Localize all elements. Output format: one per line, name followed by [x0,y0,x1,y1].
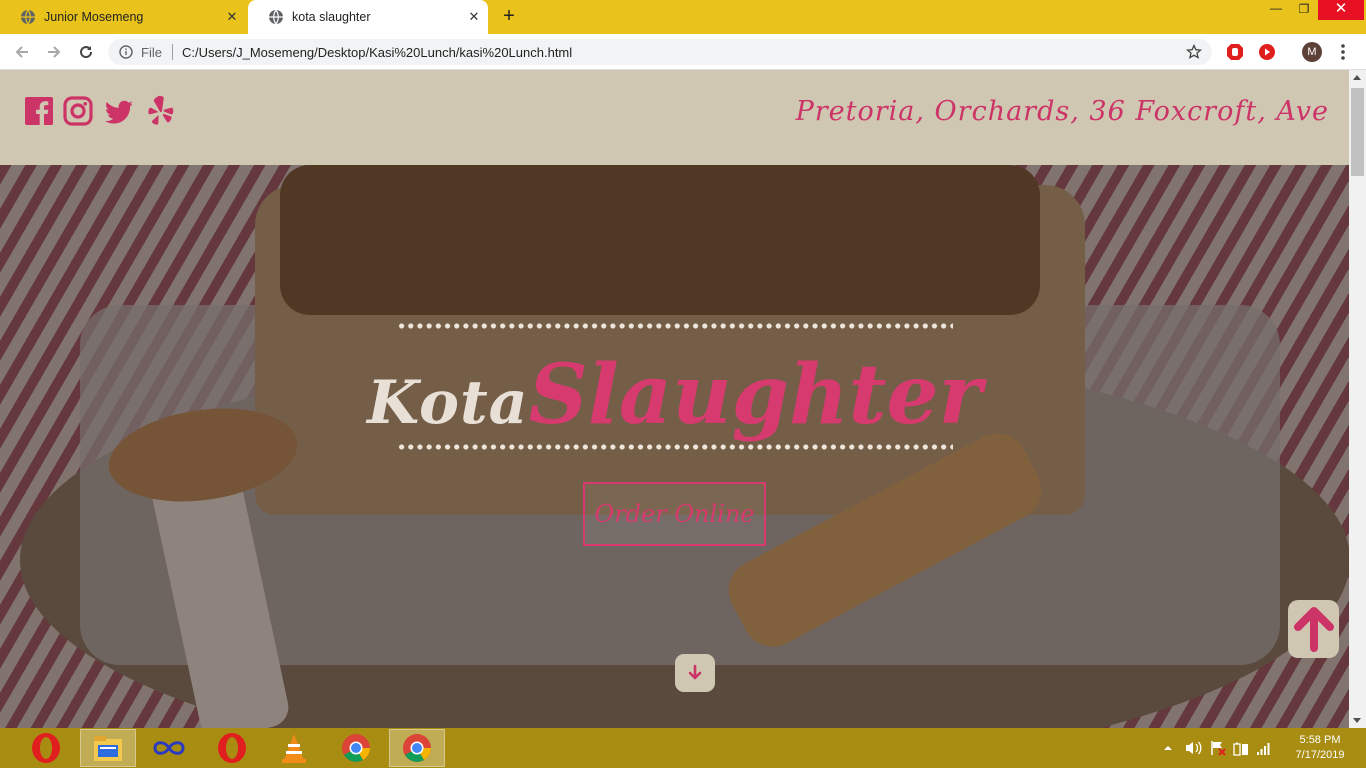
windows-taskbar: 5:58 PM 7/17/2019 [0,728,1366,768]
action-center-flag-icon[interactable] [1209,740,1227,756]
clock-time: 5:58 PM [1299,734,1341,746]
new-tab-button[interactable]: + [496,5,522,29]
close-window-button[interactable]: ✕ [1318,0,1364,20]
tab-close-icon[interactable]: ✕ [218,9,246,25]
scroll-up-arrow-icon[interactable] [1353,75,1361,80]
taskbar-chrome[interactable] [328,729,384,767]
order-online-button[interactable]: Order Online [583,482,766,546]
system-clock[interactable]: 5:58 PM 7/17/2019 [1280,733,1360,763]
restaurant-address: Pretoria, Orchards, 36 Foxcroft, Ave [795,96,1329,127]
signal-icon[interactable] [1256,740,1272,756]
taskbar-infinity-app[interactable] [141,729,197,767]
maximize-button[interactable]: ❐ [1290,2,1318,22]
hero-title-word-1: Kota [367,368,529,438]
scrollbar-thumb[interactable] [1351,88,1364,176]
taskbar-opera[interactable] [18,729,74,767]
tab-strip: Junior Mosemeng ✕ kota slaughter ✕ + — ❐… [0,0,1366,34]
tab-title: kota slaughter [292,10,371,24]
arrow-left-icon [15,46,28,58]
show-hidden-icons-icon[interactable] [1163,740,1173,756]
minimize-button[interactable]: — [1262,1,1290,21]
file-explorer-icon [94,736,122,761]
arrow-down-icon [688,664,702,680]
profile-avatar[interactable]: M [1302,42,1322,62]
address-bar[interactable]: File C:/Users/J_Mosemeng/Desktop/Kasi%20… [108,39,1212,65]
browser-toolbar: File C:/Users/J_Mosemeng/Desktop/Kasi%20… [0,34,1366,70]
vlc-icon [282,734,306,763]
chrome-icon [403,734,431,762]
site-header: Pretoria, Orchards, 36 Foxcroft, Ave [0,70,1349,165]
taskbar-vlc[interactable] [266,729,322,767]
scroll-down-button[interactable] [675,654,715,692]
back-button[interactable] [10,40,34,64]
back-to-top-button[interactable] [1288,600,1339,658]
hero-title: KotaSlaughter [0,347,1349,443]
facebook-icon[interactable] [24,95,54,127]
globe-icon [269,9,283,25]
battery-icon[interactable] [1233,740,1249,756]
youtube-extension-icon[interactable] [1258,43,1276,61]
chrome-icon [342,734,370,762]
twitter-icon[interactable] [104,95,134,127]
dotted-divider-top [397,323,953,329]
clock-date: 7/17/2019 [1295,749,1345,761]
hero-banner: KotaSlaughter Order Online [0,165,1349,728]
opera-icon [218,733,246,763]
scroll-down-arrow-icon[interactable] [1353,718,1361,723]
taskbar-file-explorer[interactable] [80,729,136,767]
dotted-divider-bottom [397,444,953,450]
url-text[interactable]: C:/Users/J_Mosemeng/Desktop/Kasi%20Lunch… [182,45,1186,60]
tab-kota-slaughter[interactable]: kota slaughter ✕ [248,0,488,34]
arrow-up-icon [1293,607,1334,652]
adblock-extension-icon[interactable] [1226,43,1244,61]
reload-icon [80,46,93,59]
hero-title-word-2: Slaughter [528,347,982,443]
instagram-icon[interactable] [63,95,93,127]
speaker-icon[interactable] [1184,740,1202,756]
url-scheme-label: File [141,44,162,60]
taskbar-opera-2[interactable] [204,729,260,767]
forward-button[interactable] [42,40,66,64]
arrow-right-icon [48,46,61,58]
yelp-icon[interactable] [146,95,176,127]
taskbar-chrome-active[interactable] [389,729,445,767]
tab-title: Junior Mosemeng [44,10,144,24]
globe-icon [21,9,35,25]
page-viewport: Pretoria, Orchards, 36 Foxcroft, Ave Kot… [0,70,1366,728]
info-icon[interactable] [119,45,133,59]
bookmark-star-icon[interactable] [1186,44,1202,60]
more-menu-icon[interactable] [1338,42,1348,62]
omnibox-divider [171,44,173,60]
reload-button[interactable] [74,40,98,64]
infinity-app-icon [153,741,185,755]
tab-close-icon[interactable]: ✕ [460,9,488,25]
page-scrollbar[interactable] [1349,70,1366,728]
tab-junior-mosemeng[interactable]: Junior Mosemeng ✕ [0,0,246,34]
opera-icon [32,733,60,763]
